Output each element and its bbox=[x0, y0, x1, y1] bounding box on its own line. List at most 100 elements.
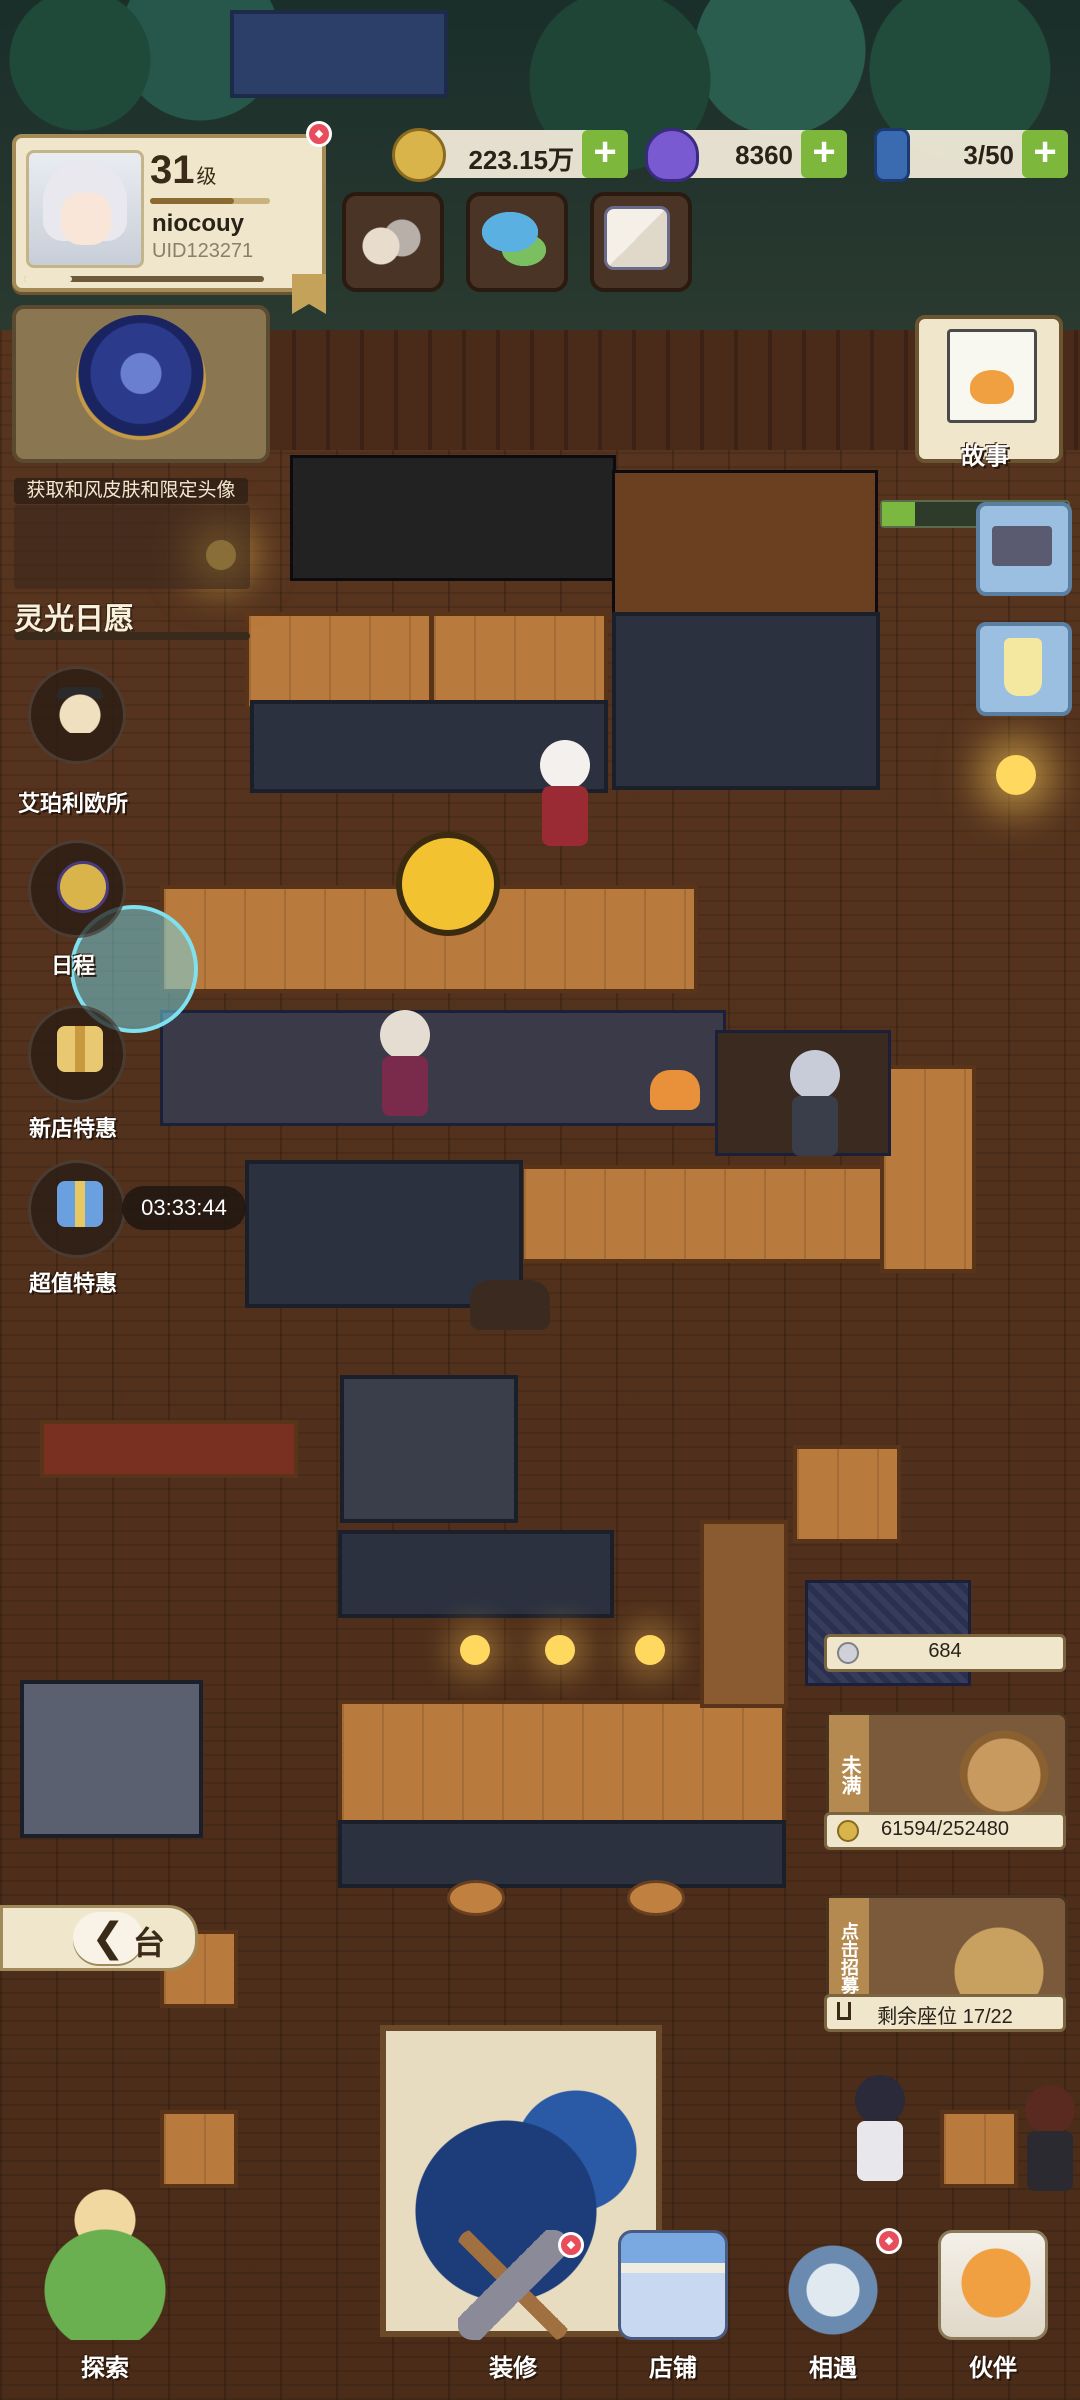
purple-gem-icon bbox=[645, 128, 699, 182]
seats-pill: 剩余座位 17/22 bbox=[824, 1994, 1066, 2032]
dog-pet[interactable] bbox=[470, 1280, 550, 1330]
chat-button[interactable] bbox=[466, 192, 568, 292]
bar-table bbox=[338, 1700, 786, 1828]
plant-stand bbox=[793, 1445, 901, 1543]
level-progress-bar bbox=[150, 198, 270, 204]
collapse-panel-button[interactable]: ❮ 台 bbox=[0, 1905, 198, 1971]
kitchen-shortcut-button[interactable] bbox=[976, 502, 1072, 596]
nav-explore[interactable]: 探索 bbox=[10, 2170, 200, 2395]
kitchen-icon bbox=[992, 526, 1052, 566]
calico-cat-pet[interactable] bbox=[650, 1070, 700, 1110]
side-menu-new-shop-deal-label: 新店特惠 bbox=[28, 1116, 117, 1141]
avatar[interactable] bbox=[26, 150, 144, 268]
decorate-notification-dot bbox=[558, 2232, 584, 2258]
bar-table-front bbox=[338, 1820, 786, 1888]
side-menu-value-deal-label: 超值特惠 bbox=[28, 1271, 117, 1296]
seats-remaining: 剩余座位 17/22 bbox=[877, 2006, 1013, 2028]
gold-amount: 223.15万 bbox=[468, 145, 574, 175]
crescent-orb-icon bbox=[76, 315, 206, 445]
pinwheel-forest-icon bbox=[30, 2180, 180, 2340]
player-level-unit: 级 bbox=[196, 166, 217, 188]
event-reward-banner: 获取和风皮肤和限定头像 bbox=[14, 478, 248, 504]
potion-bottle-icon bbox=[874, 128, 910, 182]
cat-collection-button[interactable] bbox=[342, 192, 444, 292]
left-bookshelf bbox=[20, 1680, 203, 1838]
add-gem-button[interactable]: + bbox=[801, 130, 847, 178]
wall-lamp bbox=[996, 755, 1036, 795]
blue-gift-icon bbox=[57, 1181, 103, 1227]
nav-shop[interactable]: 店铺 bbox=[598, 2220, 748, 2390]
currency-potion[interactable]: 3/50 + bbox=[874, 128, 1068, 182]
small-table bbox=[940, 2110, 1018, 2188]
display-shelf bbox=[612, 470, 878, 616]
level-progress-fill bbox=[150, 198, 234, 204]
side-menu-new-shop-deal[interactable]: 新店特惠 bbox=[14, 1005, 132, 1145]
gold-coin-icon bbox=[392, 128, 446, 182]
kitchen-floor-mat bbox=[160, 1010, 726, 1126]
encounter-notification-dot bbox=[876, 2228, 902, 2254]
nav-encounter-label: 相遇 bbox=[809, 2355, 857, 2382]
event-progress-bar bbox=[14, 632, 250, 640]
side-menu-value-deal[interactable]: 超值特惠 bbox=[14, 1160, 132, 1300]
customer-glasses[interactable] bbox=[845, 2075, 915, 2185]
add-potion-button[interactable]: + bbox=[1022, 130, 1068, 178]
storefront-icon bbox=[618, 2230, 728, 2340]
xp-progress-bar bbox=[24, 276, 264, 282]
customer-brown-hair[interactable] bbox=[1015, 2085, 1080, 2195]
chat-bubble-icon bbox=[480, 206, 546, 270]
story-label: 故事 bbox=[961, 443, 1009, 470]
owl-detective-icon bbox=[57, 687, 103, 733]
mail-button[interactable] bbox=[590, 192, 692, 292]
coin-pig-icon bbox=[959, 1725, 1049, 1815]
gem-amount: 8360 bbox=[735, 140, 793, 170]
player-name: niocouy bbox=[152, 210, 245, 237]
iced-drink-icon bbox=[1004, 638, 1042, 696]
reward-progress-pill: 61594/252480 bbox=[824, 1812, 1066, 1850]
coffee-machine bbox=[340, 1375, 518, 1523]
player-profile-card[interactable]: 31 级 niocouy UID123271 bbox=[12, 134, 326, 314]
pendant-lamp bbox=[635, 1635, 665, 1665]
service-bell-icon bbox=[949, 1912, 1049, 2002]
add-gold-button[interactable]: + bbox=[582, 130, 628, 178]
currency-gold[interactable]: 223.15万 + bbox=[392, 128, 628, 182]
back-counter-mid bbox=[430, 612, 608, 710]
cats-icon bbox=[356, 206, 422, 270]
side-menu-value-deal-circle bbox=[28, 1160, 126, 1258]
side-menu-schedule-label: 日程 bbox=[50, 953, 95, 978]
kitchen-progress-fill bbox=[882, 502, 916, 526]
currency-gem[interactable]: 8360 + bbox=[645, 128, 847, 182]
pendant-lamp bbox=[460, 1635, 490, 1665]
happy-face-bubble[interactable] bbox=[396, 832, 500, 936]
side-menu-schedule[interactable]: 日程 bbox=[14, 840, 132, 980]
l-counter bbox=[880, 1065, 976, 1273]
bar-stool bbox=[627, 1880, 685, 1916]
nav-decorate-label: 装修 bbox=[489, 2355, 537, 2382]
player-uid: UID123271 bbox=[152, 240, 254, 262]
side-shelf bbox=[700, 1520, 788, 1708]
resource-pill: 684 bbox=[824, 1634, 1066, 1672]
bar-stool bbox=[447, 1880, 505, 1916]
knight-character[interactable] bbox=[780, 1050, 850, 1160]
reward-progress-value: 61594/252480 bbox=[881, 1818, 1009, 1840]
event-banner-card[interactable] bbox=[12, 305, 270, 463]
stove-counter bbox=[612, 612, 880, 790]
player-level: 31 级 bbox=[150, 148, 217, 193]
chef-character-red[interactable] bbox=[530, 740, 600, 850]
telephone-icon bbox=[778, 2230, 888, 2340]
potion-amount: 3/50 bbox=[963, 140, 1014, 170]
gift-box-icon bbox=[57, 1026, 103, 1072]
back-counter-left bbox=[245, 612, 433, 710]
nav-partner[interactable]: 伙伴 bbox=[918, 2220, 1068, 2390]
drink-shortcut-button[interactable] bbox=[976, 622, 1072, 716]
barista-character[interactable] bbox=[370, 1010, 440, 1120]
side-menu-new-shop-deal-circle bbox=[28, 1005, 126, 1103]
side-menu-office-circle bbox=[28, 666, 126, 764]
nav-partner-label: 伙伴 bbox=[969, 2355, 1017, 2382]
coffee-bar bbox=[338, 1530, 614, 1618]
event-preview-strip[interactable] bbox=[14, 505, 250, 589]
pendant-lamp bbox=[545, 1635, 575, 1665]
envelope-icon bbox=[604, 206, 670, 270]
nav-shop-label: 店铺 bbox=[649, 2355, 697, 2382]
collapse-panel-text: 台 bbox=[133, 1925, 166, 1961]
side-menu-office[interactable]: 艾珀利欧所 bbox=[14, 666, 132, 816]
